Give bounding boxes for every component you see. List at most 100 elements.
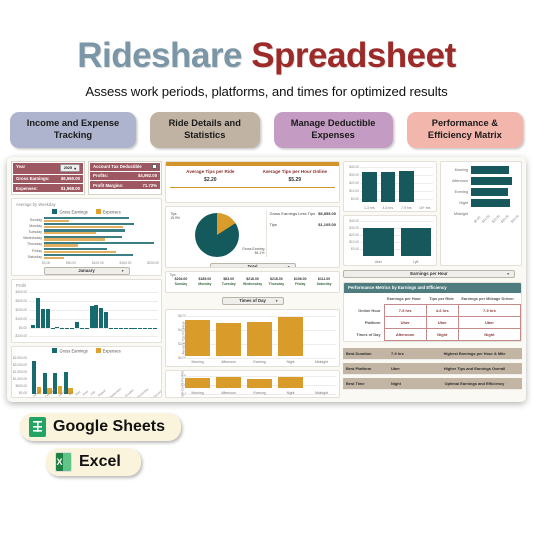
pill-ride-details-statistics[interactable]: Ride Details and Statistics [149,111,260,148]
ytick: $40.00 [349,164,359,169]
tips-value: $218.00 [246,276,259,281]
right-panel: $40.00 $30.00 $20.00 $10.00 $0.00 1-3 hr… [343,160,522,398]
badge-google-sheets-label: Google Sheets [53,417,166,435]
trips-count-chart-card: Trips Count Per Hour 0.8 0.6 0.4 0.2 0.0… [165,369,340,398]
online-hours-bars [362,167,432,202]
tips-value: $218.00 [270,276,283,281]
tips-day-cell: $63.00 Tuesday [217,277,241,286]
earnings-per-hour-select[interactable]: Earnings per Hour ▾ [343,269,515,278]
matrix-col-earnings-mileage: Earnings per Mileage Driven [461,295,514,301]
matrix-col-blank [344,293,384,305]
profits-bar: Profits: $4,992.00 [90,171,161,180]
pill-manage-deductible-expenses[interactable]: Manage Deductible Expenses [273,111,393,148]
tips-values-row: $204.00 Sunday $185.00 Monday $63.00 Tuesda… [169,277,336,286]
platform-badges: Google Sheets X Excel [0,412,533,476]
badge-google-sheets[interactable]: Google Sheets [20,412,182,441]
hbar-saturday: Saturday [16,254,157,260]
hbar-label: Saturday [27,254,42,259]
summary-label: Best Platform [343,362,389,374]
tips-day-cell: $218.00 Thursday [264,277,288,286]
page-subtitle: Assess work periods, platforms, and time… [85,83,448,99]
year-bar: Year 2025 ▾ [13,162,84,174]
matrix-cell: 7-9 hrs [383,303,427,317]
summary-value: Uber [389,362,427,374]
expenses-value: $1,968.00 [60,185,81,191]
hb2-label: Afternoon [452,179,468,184]
xtick: $200.00 [147,260,160,265]
gross-less-tips-value: $5,855.00 [318,210,336,216]
pie-chart-wrap: Tips 15.9% Gross Earning 84.1% [169,211,265,257]
times-of-day-select[interactable]: Times of Day ▾ [221,296,284,305]
year-value: 2025 [63,166,73,171]
excel-icon: X [55,451,72,472]
performance-matrix-title: Performance Metrics by Earnings and Effi… [344,282,521,293]
right-left-charts: $40.00 $30.00 $20.00 $10.00 $0.00 1-3 hr… [343,160,437,266]
chevron-down-icon: ▾ [287,264,290,268]
matrix-row-times-of-day: Times of Day [356,331,381,337]
ytick: $2,500.00 [12,356,27,361]
summary-row-best-platform: Best Platform Uber Higher Tips and Earni… [343,362,522,375]
google-sheets-icon [29,416,46,437]
ytick: $0.00 [19,391,27,396]
platform-chart-card: $40.00 $30.00 $20.00 $10.00 $0.00 Uber L… [343,214,437,266]
trips-count-bars [185,376,334,388]
tips-value: $1,105.00 [318,221,336,227]
profit-chart-yaxis: $400.00 $300.00 $200.00 $100.00 $0.00 -$… [12,280,28,342]
year-select[interactable]: 2025 ▾ [59,164,81,173]
profit-chart-title: Profit [16,283,26,289]
tips-day: Friday [294,281,306,286]
month-select-value: January [78,268,95,274]
legend-gross-earnings: Gross Earnings [52,209,88,215]
hb2-night: Night [441,198,518,209]
gold-divider [170,186,335,188]
gross-earnings-value: $6,960.00 [60,176,81,182]
tax-deductible-checkbox[interactable] [152,164,158,170]
badge-excel-label: Excel [79,452,121,470]
month-select[interactable]: January ▾ [43,266,130,275]
performance-matrix-table: Earnings per Hour Tips per Ride Earnings… [344,293,521,341]
xtick: Evening [253,359,266,364]
tips-day: Thursday [268,281,285,286]
tips-value: $106.00 [293,276,307,281]
legend-swatch-teal-icon [52,348,58,354]
ytick: $20.00 [349,180,359,185]
chevron-down-icon: ▾ [74,166,77,171]
xtick: July [89,389,97,396]
summary-note: Higher Tips and Earnings Overall [427,362,522,374]
xtick: Afternoon [221,390,236,395]
tips-day-cell: $185.00 Monday [193,277,217,286]
monthly-chart-legend: Gross Earnings Expenses [12,347,161,355]
ytick: $200.00 [15,308,27,313]
tips-day: Monday [198,281,212,286]
tax-kpi-box: Account Tax Deductible Profits: $4,992.0… [88,160,163,196]
platform-yaxis: $40.00 $30.00 $20.00 $10.00 $0.00 [344,216,360,265]
tips-day: Wednesday [242,281,263,286]
pill-performance-efficiency-matrix[interactable]: Performance & Efficiency Matrix [406,111,523,148]
pie-gross-pct: 84.1% [254,251,265,256]
profits-value: $4,992.00 [137,173,158,179]
xtick: Midnight [315,359,328,364]
matrix-row-online-hour: Online Hour [358,307,381,313]
ytick: $0.00 [19,326,27,331]
hb2-morning: Morning [441,165,518,176]
xtick: Night [286,390,295,395]
tips-day: Tuesday [221,281,236,286]
tips-day-cell: $218.00 Wednesday [241,277,265,286]
summary-row-best-duration: Best Duration 7-9 hrs Highest Earnings p… [343,347,522,360]
ytick: $20.00 [349,232,359,237]
pill-income-expense-tracking[interactable]: Income and Expense Tracking [10,111,136,148]
badge-excel[interactable]: X Excel [46,447,141,476]
time-of-day-xaxis: $0.00 $10.00 $20.00 $30.00 $40.00 [441,214,521,225]
xtick: $100.00 [91,260,104,265]
gross-earnings-bar: Gross Earnings: $6,960.00 [13,174,84,183]
weekday-bars: Sunday Monday Tuesday Wednesday Thursday… [12,216,161,261]
chevron-down-icon: ▾ [121,268,124,273]
weekday-chart-legend: Gross Earnings Expenses [12,208,161,217]
ytick: $10.00 [349,239,359,244]
total-select[interactable]: Total ▾ [209,262,296,268]
kpi-row: Year 2025 ▾ Gross Earnings: $6,960.00 Ex… [11,160,163,196]
table-row: Platform Uber Uber Uber [344,315,521,329]
tax-deductible-label: Account Tax Deductible [93,164,142,170]
hb2-afternoon: Afternoon [441,176,518,187]
table-row: Online Hour 7-9 hrs 4-6 hrs 7-9 hrs [344,303,521,317]
